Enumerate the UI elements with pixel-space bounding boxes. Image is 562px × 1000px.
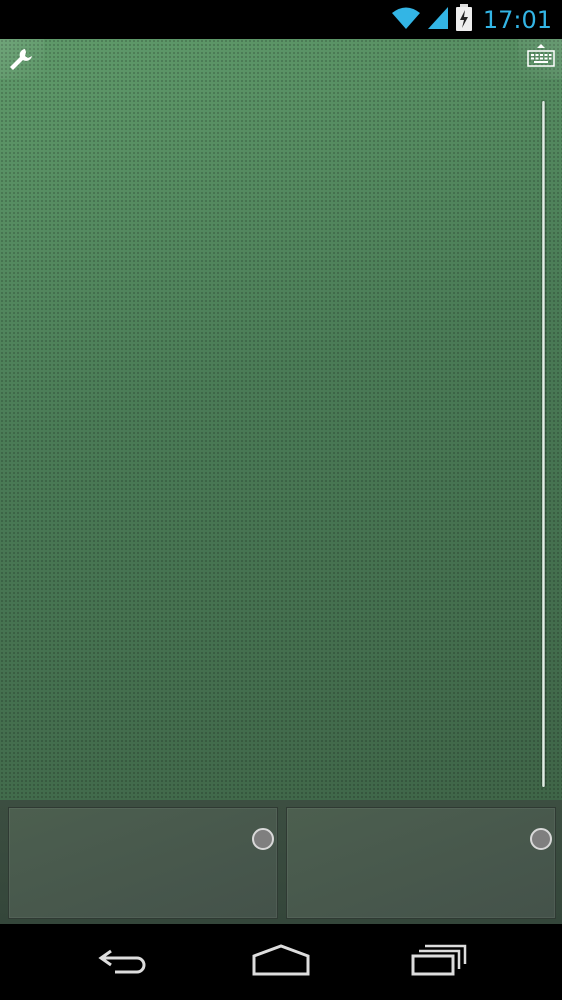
status-bar: 17:01 bbox=[0, 0, 562, 39]
recent-apps-icon bbox=[411, 944, 467, 981]
signal-icon bbox=[427, 6, 449, 35]
keyboard-button[interactable] bbox=[518, 39, 562, 79]
home-icon bbox=[251, 943, 311, 981]
wifi-icon bbox=[391, 6, 421, 35]
back-icon bbox=[97, 945, 153, 980]
home-button[interactable] bbox=[246, 942, 316, 982]
circle-indicator bbox=[252, 828, 274, 850]
wrench-icon bbox=[8, 47, 34, 78]
status-clock: 17:01 bbox=[482, 6, 552, 34]
right-mouse-button[interactable] bbox=[286, 807, 556, 919]
circle-indicator bbox=[530, 828, 552, 850]
battery-charging-icon bbox=[455, 3, 473, 37]
status-icons: 17:01 bbox=[391, 3, 552, 37]
keyboard-icon bbox=[527, 44, 555, 73]
back-button[interactable] bbox=[90, 942, 160, 982]
navigation-bar bbox=[0, 924, 562, 1000]
left-mouse-button[interactable] bbox=[8, 807, 278, 919]
touchpad-area[interactable] bbox=[0, 39, 562, 800]
settings-button[interactable] bbox=[0, 39, 44, 79]
recent-apps-button[interactable] bbox=[404, 942, 474, 982]
scroll-strip[interactable] bbox=[542, 101, 545, 787]
